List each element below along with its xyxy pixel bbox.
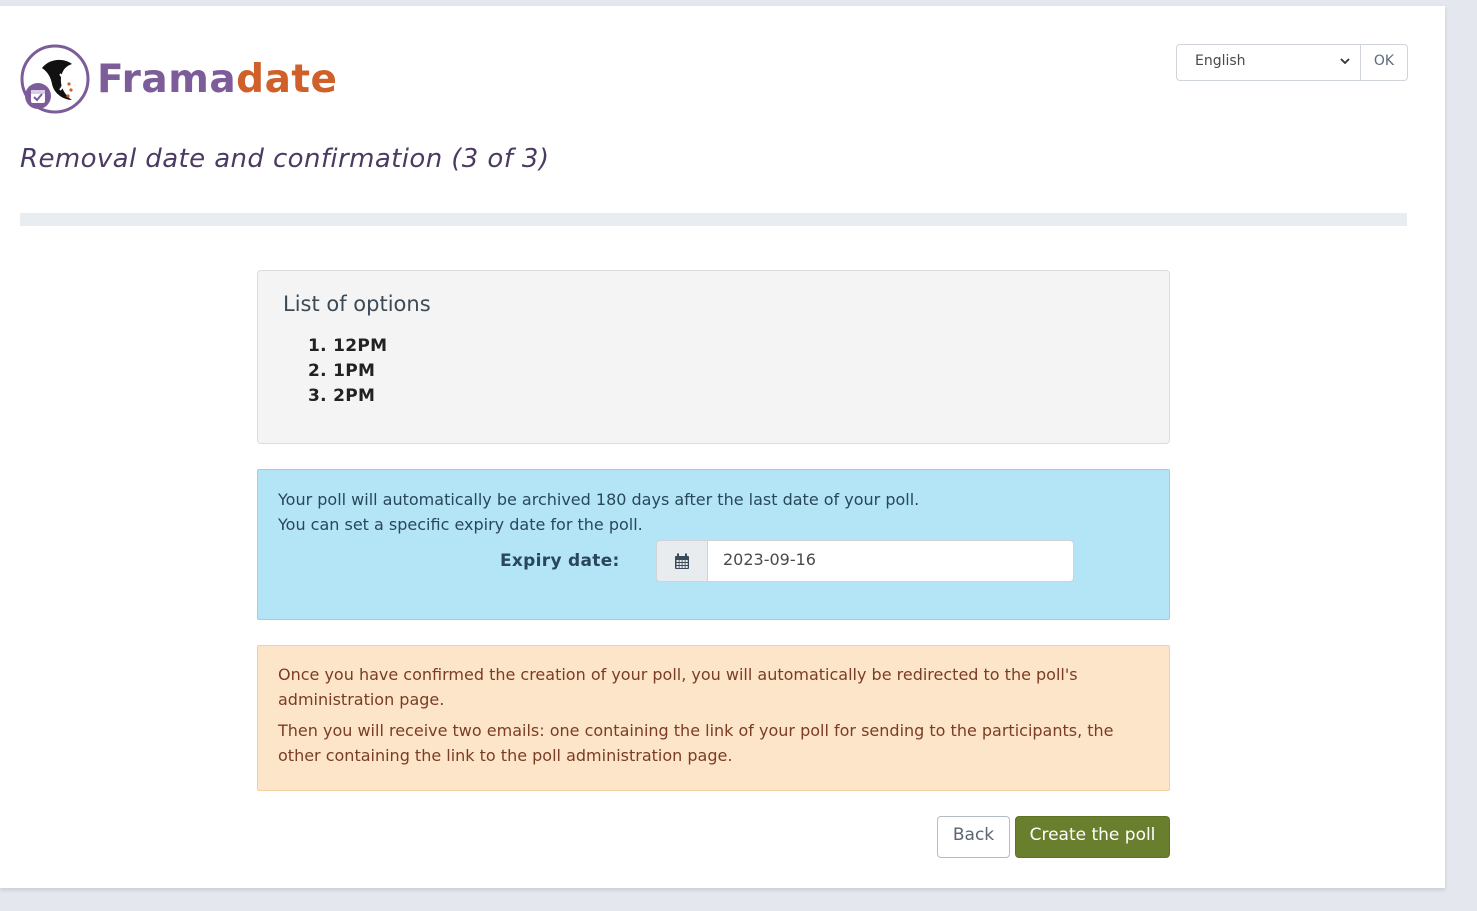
page-container: Framadate English OK Removal date and co… bbox=[0, 6, 1445, 888]
language-ok-button[interactable]: OK bbox=[1361, 44, 1408, 81]
logo-text-date: date bbox=[236, 56, 338, 102]
logo-wordmark: Framadate bbox=[97, 60, 337, 99]
confirmation-warning-panel: Once you have confirmed the creation of … bbox=[257, 645, 1170, 791]
language-select[interactable]: English bbox=[1176, 44, 1361, 81]
calendar-button[interactable] bbox=[656, 540, 708, 582]
archive-info-text: Your poll will automatically be archived… bbox=[278, 490, 920, 509]
expiry-date-input[interactable] bbox=[708, 540, 1074, 582]
chevron-down-icon bbox=[1340, 58, 1350, 65]
framadate-logo-icon bbox=[20, 44, 90, 114]
redirect-notice-text: Once you have confirmed the creation of … bbox=[278, 665, 1078, 709]
create-poll-button[interactable]: Create the poll bbox=[1015, 816, 1170, 858]
option-item: 1. 12PM bbox=[308, 336, 388, 356]
expiry-date-group bbox=[656, 540, 1074, 582]
calendar-icon bbox=[675, 553, 689, 569]
options-panel-title: List of options bbox=[283, 292, 431, 316]
framadate-logo[interactable]: Framadate bbox=[20, 44, 337, 114]
options-panel: List of options 1. 12PM 2. 1PM 3. 2PM bbox=[257, 270, 1170, 444]
page-title: Removal date and confirmation (3 of 3) bbox=[20, 144, 550, 174]
options-list: 1. 12PM 2. 1PM 3. 2PM bbox=[308, 334, 387, 409]
expiry-info-panel: Your poll will automatically be archived… bbox=[257, 469, 1170, 620]
language-selected-value: English bbox=[1195, 53, 1246, 69]
expiry-date-label: Expiry date: bbox=[500, 551, 620, 571]
expiry-hint-text: You can set a specific expiry date for t… bbox=[278, 515, 643, 534]
back-button[interactable]: Back bbox=[937, 816, 1010, 858]
option-item: 2. 1PM bbox=[308, 361, 376, 381]
divider bbox=[20, 213, 1407, 226]
logo-text-frama: Frama bbox=[97, 56, 237, 102]
email-notice-text: Then you will receive two emails: one co… bbox=[278, 721, 1114, 765]
language-form: English OK bbox=[1176, 44, 1408, 81]
option-item: 3. 2PM bbox=[308, 386, 376, 406]
